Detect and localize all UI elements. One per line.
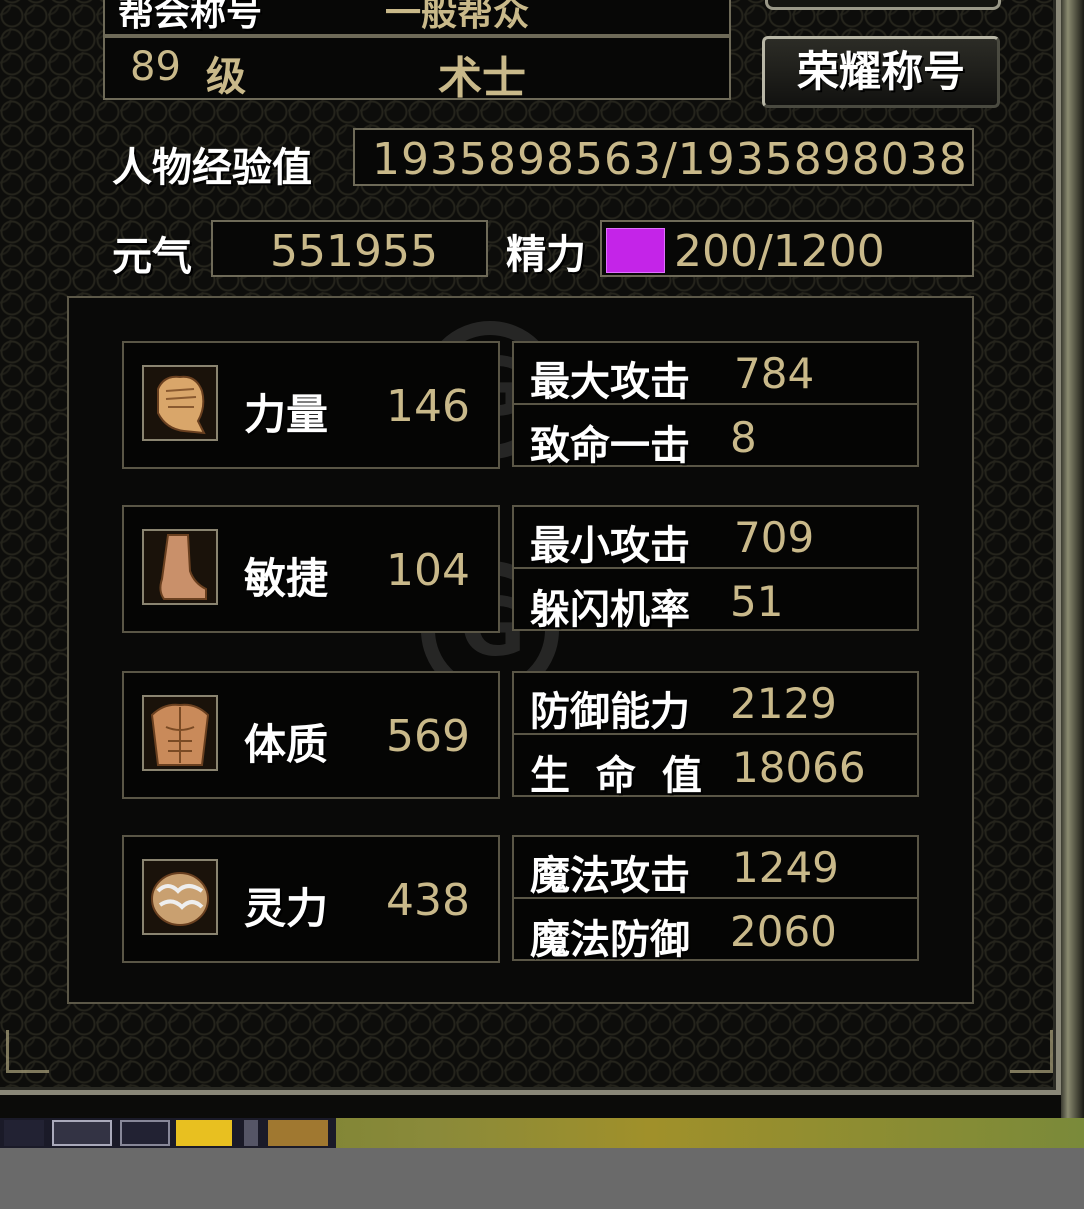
experience-value: 1935898563/1935898038 <box>372 134 968 185</box>
guild-title-label: 帮会称号 <box>118 0 263 34</box>
level-class-row <box>103 36 731 100</box>
derived-value: 2060 <box>730 907 837 956</box>
attribute-row-strength: 力量 146 <box>122 341 500 469</box>
derived-stats-agility: 最小攻击 709 躲闪机率 51 <box>512 505 919 633</box>
derived-value: 18066 <box>732 743 866 792</box>
derived-value: 1249 <box>732 843 839 892</box>
game-viewport: 帮会称号 一般帮众 89 级 术士 荣耀称号 人物经验值 1935898563/… <box>0 0 1084 1148</box>
level-unit: 级 <box>206 54 246 100</box>
yuanqi-label: 元气 <box>112 234 192 280</box>
window-frame-edge <box>1061 0 1084 1120</box>
derived-label: 最大攻击 <box>530 359 690 405</box>
derived-value: 784 <box>734 349 815 398</box>
derived-label: 生 命 值 <box>530 753 708 799</box>
derived-label: 魔法攻击 <box>530 853 690 899</box>
attribute-value: 438 <box>386 875 470 926</box>
derived-value: 2129 <box>730 679 837 728</box>
attribute-value: 104 <box>386 545 470 596</box>
attribute-value: 569 <box>386 711 470 762</box>
level-value: 89 <box>130 44 181 90</box>
experience-label: 人物经验值 <box>112 145 312 191</box>
guild-title-value: 一般帮众 <box>385 0 530 34</box>
derived-stats-spirit: 魔法攻击 1249 魔法防御 2060 <box>512 835 919 963</box>
panel-corner-ornament <box>6 1030 49 1073</box>
attribute-name: 力量 <box>244 390 329 439</box>
hotbar <box>0 1118 336 1148</box>
panel-corner-ornament <box>1010 1030 1053 1073</box>
attribute-name: 敏捷 <box>244 554 329 603</box>
hotbar-slot[interactable] <box>4 1120 44 1146</box>
jingli-label: 精力 <box>506 232 586 278</box>
derived-label: 致命一击 <box>530 423 690 469</box>
hotbar-slot[interactable] <box>244 1120 258 1146</box>
derived-label: 防御能力 <box>530 689 690 735</box>
fist-icon <box>142 365 218 441</box>
derived-stats-constitution: 防御能力 2129 生 命 值 18066 <box>512 671 919 799</box>
honor-title-button[interactable]: 荣耀称号 <box>762 36 1000 108</box>
attribute-name: 体质 <box>244 720 329 769</box>
attribute-row-constitution: 体质 569 <box>122 671 500 799</box>
class-value: 术士 <box>438 53 526 104</box>
jingli-value: 200/1200 <box>674 226 885 277</box>
torso-icon <box>142 695 218 771</box>
hotbar-slot[interactable] <box>52 1120 112 1146</box>
attribute-value: 146 <box>386 381 470 432</box>
derived-value: 51 <box>730 577 784 626</box>
jingli-color-swatch <box>606 228 665 273</box>
derived-value: 709 <box>734 513 815 562</box>
attribute-name: 灵力 <box>244 884 329 933</box>
upper-button[interactable] <box>765 0 1001 10</box>
yuanqi-value: 551955 <box>270 226 438 277</box>
hotbar-slot[interactable] <box>176 1120 232 1146</box>
hotbar-slot[interactable] <box>268 1120 328 1146</box>
derived-stats-strength: 最大攻击 784 致命一击 8 <box>512 341 919 469</box>
derived-label: 魔法防御 <box>530 917 690 963</box>
derived-label: 躲闪机率 <box>530 587 690 633</box>
attribute-row-spirit: 灵力 438 <box>122 835 500 963</box>
foot-icon <box>142 529 218 605</box>
derived-value: 8 <box>730 413 757 462</box>
derived-label: 最小攻击 <box>530 523 690 569</box>
brain-icon <box>142 859 218 935</box>
hotbar-slot[interactable] <box>120 1120 170 1146</box>
attribute-row-agility: 敏捷 104 <box>122 505 500 633</box>
